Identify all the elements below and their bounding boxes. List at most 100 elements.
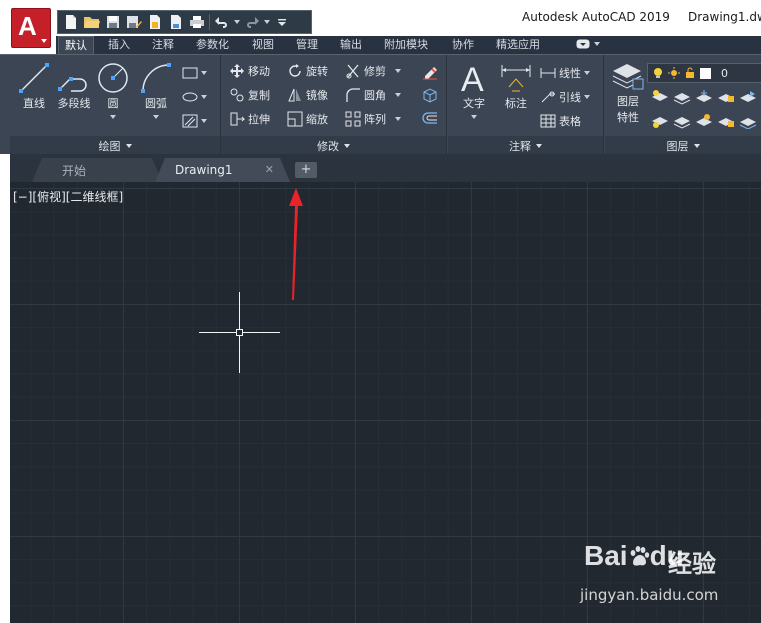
mirror-label: 镜像: [306, 89, 328, 102]
trim-label: 修剪: [364, 65, 386, 78]
scale-label: 缩放: [306, 113, 328, 126]
mirror-icon: [288, 88, 301, 102]
layer-properties-icon: [612, 64, 644, 90]
linear-label: 线性: [559, 67, 581, 80]
mirror-tool[interactable]: 镜像: [287, 85, 328, 105]
polyline-tool[interactable]: 多段线: [54, 61, 94, 111]
layer-unlock-all-icon[interactable]: [717, 113, 735, 129]
layer-dropdown[interactable]: 0: [647, 63, 761, 83]
trim-icon: [346, 64, 359, 79]
draw-panel-title[interactable]: 绘图: [10, 136, 220, 155]
offset-tool[interactable]: [421, 109, 439, 129]
tab-view[interactable]: 视图: [246, 36, 280, 54]
modify-panel-title[interactable]: 修改: [221, 136, 446, 155]
ellipse-tool[interactable]: [182, 87, 207, 107]
leader-tool[interactable]: 引线: [540, 87, 590, 107]
move-label: 移动: [248, 65, 270, 78]
copy-tool[interactable]: 复制: [229, 85, 270, 105]
tab-featured-apps[interactable]: 精选应用: [490, 36, 546, 54]
trim-tool[interactable]: 修剪: [345, 61, 401, 81]
tab-output[interactable]: 输出: [334, 36, 368, 54]
chevron-down-icon: [594, 42, 600, 46]
scale-tool[interactable]: 缩放: [287, 109, 328, 129]
fillet-tool[interactable]: 圆角: [345, 85, 401, 105]
layer-properties-tool[interactable]: 图层 特性: [609, 61, 647, 125]
undo-dropdown-icon[interactable]: [234, 20, 240, 24]
ellipse-icon: [182, 92, 198, 102]
open-icon[interactable]: [83, 13, 101, 31]
svg-text:A: A: [461, 61, 484, 95]
tab-home[interactable]: 默认: [58, 36, 94, 54]
close-icon[interactable]: ✕: [265, 163, 274, 176]
table-tool[interactable]: 表格: [540, 111, 581, 131]
save-as-icon[interactable]: [125, 13, 143, 31]
redo-icon[interactable]: [243, 13, 261, 31]
start-tab[interactable]: 开始: [32, 158, 162, 182]
customize-icon[interactable]: [273, 13, 291, 31]
copy-label: 复制: [248, 89, 270, 102]
chevron-down-icon[interactable]: [471, 115, 477, 119]
layer-thaw-all-icon[interactable]: [695, 113, 713, 129]
application-menu-button[interactable]: A: [11, 8, 51, 48]
tab-addins[interactable]: 附加模块: [378, 36, 434, 54]
layer-match-icon[interactable]: [739, 89, 757, 105]
circle-tool[interactable]: 圆: [96, 61, 130, 119]
dimension-tool[interactable]: 标注: [498, 61, 534, 111]
ribbon-minimize-button[interactable]: [576, 39, 600, 49]
web-mobile-open-icon[interactable]: [146, 13, 164, 31]
modify-panel-title-label: 修改: [317, 139, 339, 153]
linear-dimension-tool[interactable]: 线性: [540, 63, 590, 83]
layers-panel-title[interactable]: 图层: [605, 136, 761, 155]
save-icon[interactable]: [104, 13, 122, 31]
undo-icon[interactable]: [213, 13, 231, 31]
new-drawing-tab-button[interactable]: +: [295, 162, 317, 178]
tab-collaborate[interactable]: 协作: [446, 36, 480, 54]
explode-tool[interactable]: [421, 85, 439, 105]
erase-tool[interactable]: [421, 61, 439, 81]
web-mobile-save-icon[interactable]: [167, 13, 185, 31]
stretch-tool[interactable]: 拉伸: [229, 109, 270, 129]
annotation-panel: A 文字 标注 线性 引线 表格 注释: [448, 55, 604, 155]
polyline-label: 多段线: [57, 97, 91, 110]
text-icon: A: [461, 61, 484, 95]
title-bar: Autodesk AutoCAD 2019 Drawing1.dw: [0, 0, 761, 36]
rotate-tool[interactable]: 旋转: [287, 61, 328, 81]
array-icon: [345, 111, 361, 127]
hatch-tool[interactable]: [182, 111, 207, 131]
circle-label: 圆: [107, 97, 119, 110]
polyline-icon: [58, 77, 87, 92]
viewport-controls[interactable]: [−][俯视][二维线框]: [13, 188, 123, 205]
chevron-down-icon[interactable]: [153, 115, 159, 119]
layer-copy-icon[interactable]: [739, 113, 757, 129]
autocad-window: Autodesk AutoCAD 2019 Drawing1.dw A 默认 插…: [0, 0, 761, 623]
layer-off-icon[interactable]: [651, 89, 669, 105]
chevron-down-icon[interactable]: [110, 115, 116, 119]
layer-lock-icon[interactable]: [717, 89, 735, 105]
plot-icon[interactable]: [188, 13, 206, 31]
watermark-url: jingyan.baidu.com: [580, 586, 719, 604]
tab-parametric[interactable]: 参数化: [190, 36, 235, 54]
tab-insert[interactable]: 插入: [102, 36, 136, 54]
layer-previous-icon[interactable]: [673, 113, 691, 129]
tab-annotate[interactable]: 注释: [146, 36, 180, 54]
layer-freeze-icon[interactable]: [695, 89, 713, 105]
line-tool[interactable]: 直线: [16, 61, 52, 111]
chevron-down-icon: [201, 71, 207, 75]
layer-isolate-icon[interactable]: [673, 89, 691, 105]
arc-tool[interactable]: 圆弧: [138, 61, 174, 119]
redo-dropdown-icon[interactable]: [264, 20, 270, 24]
ribbon-toggle-icon: [576, 39, 590, 49]
annotation-panel-title[interactable]: 注释: [448, 136, 603, 155]
text-tool[interactable]: A 文字: [456, 61, 492, 119]
array-tool[interactable]: 阵列: [345, 109, 401, 129]
chevron-down-icon: [344, 143, 350, 148]
layer-unisolate-icon[interactable]: [651, 113, 669, 129]
move-tool[interactable]: 移动: [229, 61, 270, 81]
new-icon[interactable]: [62, 13, 80, 31]
table-label: 表格: [559, 115, 581, 128]
scale-icon: [287, 111, 303, 127]
drawing1-tab[interactable]: Drawing1 ✕: [155, 158, 290, 182]
rectangle-tool[interactable]: [182, 63, 207, 83]
tab-manage[interactable]: 管理: [290, 36, 324, 54]
current-layer-name: 0: [721, 66, 728, 80]
